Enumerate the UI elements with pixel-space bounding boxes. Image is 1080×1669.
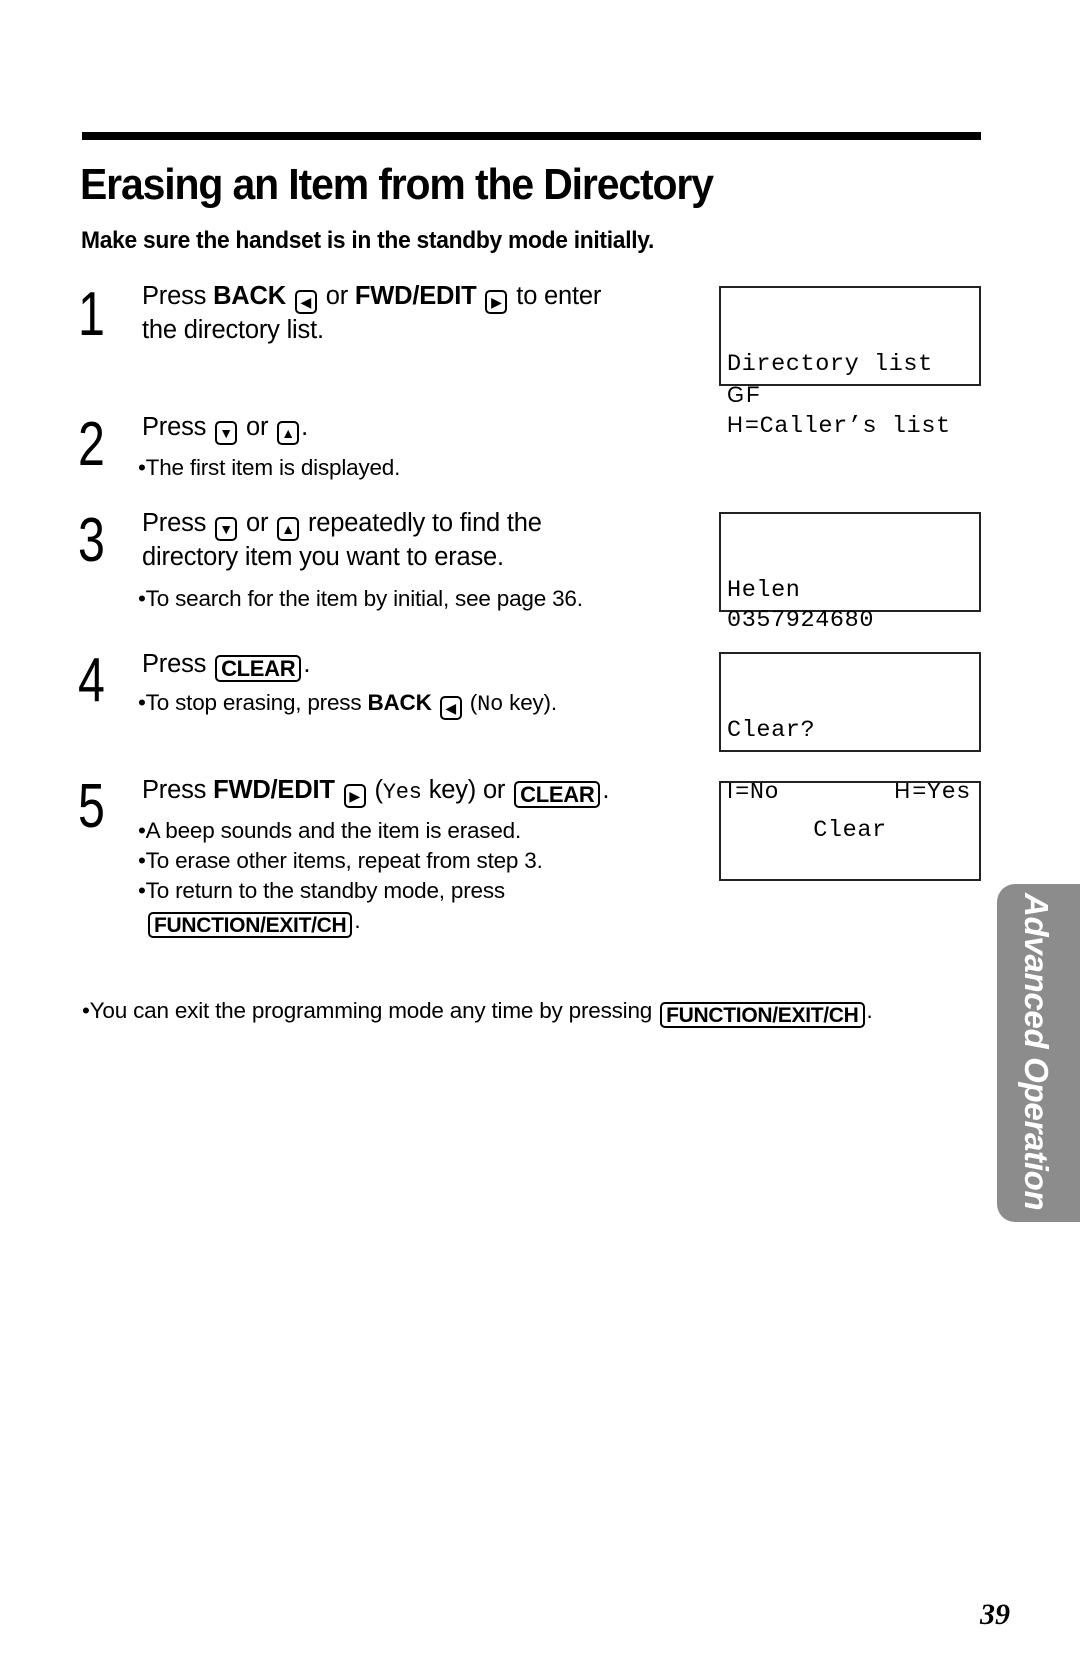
header-rule: [82, 132, 981, 140]
lcd-arrow-symbols: GF: [727, 382, 762, 407]
text: key) or: [421, 776, 513, 804]
text: the directory list.: [142, 316, 324, 344]
footer-note: •You can exit the programming mode any t…: [82, 996, 873, 1028]
lcd-display-entry: Helen 0357924680: [719, 512, 981, 634]
text: .: [301, 413, 309, 441]
lcd-line: Directory list: [727, 351, 933, 378]
clear-key: CLEAR: [215, 655, 302, 682]
text: or: [239, 509, 276, 537]
page-title: Erasing an Item from the Directory: [80, 160, 714, 209]
step-5-note: •To return to the standby mode, press: [138, 878, 505, 903]
lcd-display-directory-list: Directory list GF H=Caller’s list: [719, 286, 981, 440]
lcd-line: H=Caller’s list: [727, 410, 979, 440]
fwd-edit-label: FWD/EDIT: [354, 282, 477, 310]
text: .: [303, 650, 311, 678]
up-key-icon: ▲: [277, 517, 300, 541]
fwd-edit-label: FWD/EDIT: [213, 776, 335, 804]
text: Press: [142, 776, 214, 804]
step-5-note: •To erase other items, repeat from step …: [138, 848, 543, 873]
section-tab-label: Advanced Operation: [1018, 893, 1055, 1211]
step-5-instruction: Press FWD/EDIT ▶ (Yes key) or CLEAR.: [142, 774, 609, 809]
text: •You can exit the programming mode any t…: [82, 998, 659, 1023]
text: Press: [142, 509, 214, 537]
page-number: 39: [980, 1598, 1010, 1631]
down-key-icon: ▼: [215, 517, 238, 541]
fwd-key-icon: ▶: [343, 784, 366, 808]
lcd-line: Clear?: [727, 717, 816, 744]
fwd-key-icon: ▶: [485, 290, 508, 314]
function-exit-ch-key: FUNCTION/EXIT/CH: [660, 1002, 865, 1028]
lcd-up-symbol: H: [727, 412, 745, 437]
text: key).: [503, 690, 557, 715]
step-number: 2: [78, 410, 105, 479]
step-number: 3: [78, 506, 105, 575]
back-key-icon: ◀: [294, 290, 317, 314]
lcd-line: Helen: [727, 577, 801, 604]
text: directory item you want to erase.: [142, 543, 504, 571]
step-number: 1: [78, 280, 105, 349]
lcd-line: Clear: [813, 817, 887, 844]
text: repeatedly to find the: [301, 509, 542, 537]
back-label: BACK: [213, 282, 286, 310]
text: or: [239, 413, 276, 441]
step-number: 4: [78, 646, 105, 715]
step-5-note-key: FUNCTION/EXIT/CH.: [146, 906, 361, 938]
text: (: [367, 776, 383, 804]
no-softkey-label: No: [477, 692, 504, 717]
lcd-display-cleared: Clear: [719, 781, 981, 881]
back-label: BACK: [367, 690, 432, 715]
page-subtitle: Make sure the handset is in the standby …: [81, 227, 655, 254]
lcd-line: [727, 746, 979, 776]
text: Press: [142, 282, 214, 310]
down-key-icon: ▼: [215, 421, 238, 445]
text: .: [354, 908, 361, 933]
step-3-note: •To search for the item by initial, see …: [138, 586, 583, 611]
lcd-text: =Caller’s list: [744, 413, 951, 440]
lcd-line: 0357924680: [727, 607, 875, 634]
text: •To stop erasing, press: [138, 690, 368, 715]
text: or: [318, 282, 355, 310]
text: [286, 282, 293, 310]
lcd-display-clear-confirm: Clear? I=No H=Yes: [719, 652, 981, 806]
text: .: [866, 998, 873, 1023]
step-2-note: •The first item is displayed.: [138, 455, 401, 480]
text: .: [602, 776, 610, 804]
text: Press: [142, 650, 214, 678]
text: to enter: [509, 282, 602, 310]
text: (: [463, 690, 478, 715]
step-4-instruction: Press CLEAR.: [142, 648, 310, 682]
up-key-icon: ▲: [277, 421, 300, 445]
step-number: 5: [78, 772, 105, 841]
text: [477, 282, 484, 310]
function-exit-ch-key: FUNCTION/EXIT/CH: [148, 912, 353, 938]
step-1-instruction: Press BACK ◀ or FWD/EDIT ▶ to enter the …: [142, 280, 601, 347]
back-key-icon: ◀: [439, 696, 462, 720]
text: Press: [142, 413, 214, 441]
clear-key: CLEAR: [514, 781, 601, 808]
step-3-instruction: Press ▼ or ▲ repeatedly to find the dire…: [142, 507, 542, 574]
step-5-note: •A beep sounds and the item is erased.: [138, 818, 522, 843]
yes-softkey-label: Yes: [382, 780, 422, 805]
step-4-note: •To stop erasing, press BACK ◀ (No key).: [138, 688, 557, 720]
step-2-instruction: Press ▼ or ▲.: [142, 411, 308, 445]
